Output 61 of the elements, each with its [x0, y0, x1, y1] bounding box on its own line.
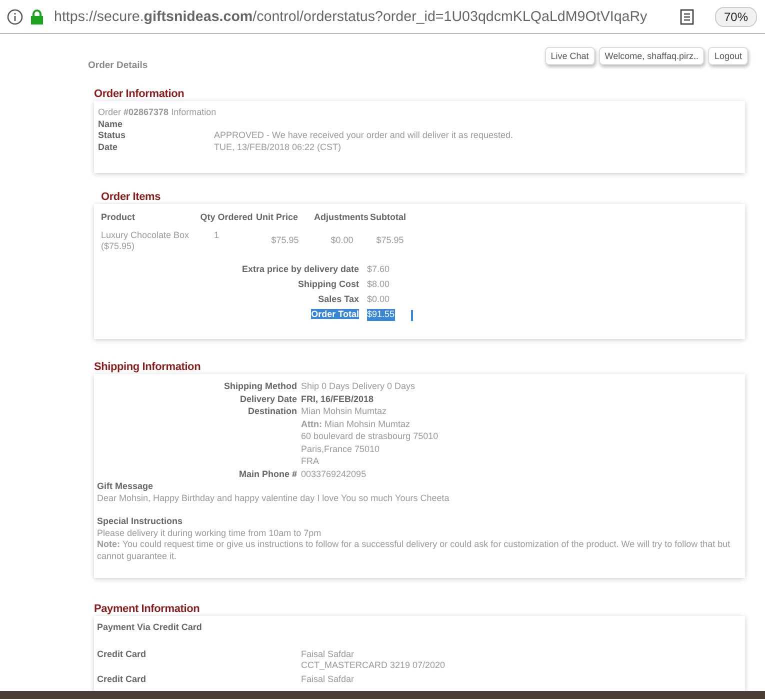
- column-header: Adjustments: [314, 212, 370, 224]
- field-value: TUE, 13/FEB/2018 06:22 (CST): [214, 142, 342, 153]
- table-cell-text: $75.95: [270, 234, 300, 246]
- field-value: APPROVED - We have received your order and will deliver it as requested.: [214, 130, 513, 142]
- table-cell-text: $0.00: [330, 234, 354, 246]
- gift-message-title: Gift Message: [97, 481, 154, 492]
- total-value: $7.60: [367, 264, 390, 276]
- total-value: $0.00: [367, 294, 390, 306]
- field-value: Ship 0 Days Delivery 0 Days: [301, 380, 416, 392]
- padlock-icon: [30, 8, 44, 24]
- field-value: Faisal Safdar: [301, 648, 356, 660]
- field-label: Main Phone #: [238, 468, 297, 480]
- field-label: Credit Card: [97, 648, 148, 660]
- text-cursor: [411, 310, 413, 320]
- table-cell-text: $75.95: [375, 234, 405, 246]
- field-value: FRI, 16/FEB/2018: [301, 392, 374, 405]
- column-header: Product: [101, 212, 136, 224]
- total-value: $8.00: [367, 279, 390, 291]
- order-number-line: Order #02867378 Information: [98, 107, 218, 118]
- field-value: Paris,France 75010: [301, 442, 381, 455]
- breadcrumb: Order Details: [88, 60, 148, 71]
- section-heading: Shipping Information: [94, 360, 202, 374]
- field-label: Name: [98, 118, 124, 130]
- column-header: Qty Ordered: [199, 212, 254, 224]
- header-button[interactable]: Logout: [708, 47, 748, 65]
- gift-message-text: Dear Mohsin, Happy Birthday and happy valentine day I love You so much Yours Cheeta: [97, 492, 450, 504]
- header-button[interactable]: Live Chat: [544, 47, 595, 65]
- table-cell-text: Luxury Chocolate Box ($75.95): [101, 230, 190, 252]
- zoom-level-button[interactable]: 70%: [714, 6, 757, 26]
- field-value: Faisal Safdar: [301, 674, 354, 685]
- reader-mode-icon[interactable]: [680, 8, 694, 24]
- special-instructions-text: Please delivery it during working time from 10am to 7pm: [97, 528, 322, 539]
- total-label: Shipping Cost: [298, 279, 359, 290]
- field-value: CCT_MASTERCARD 3219 07/2020: [301, 660, 446, 672]
- field-label: Credit Card: [97, 674, 148, 685]
- special-instructions-title: Special Instructions: [97, 516, 184, 528]
- field-label: Status: [98, 130, 127, 142]
- section-heading: Order Information: [94, 87, 186, 101]
- header-button[interactable]: Welcome, shaffaq.pirz..: [598, 47, 704, 65]
- column-header: Subtotal: [370, 212, 407, 224]
- info-icon[interactable]: [7, 8, 23, 24]
- url-text[interactable]: https://secure.giftsnideas.com/control/orderstatus?order_id=1U03qdcmKLQaLdM9OtVIqaRy: [54, 8, 648, 24]
- field-value: Attn: Mian Mohsin Mumtaz: [301, 418, 412, 430]
- column-header: Unit Price: [256, 212, 300, 224]
- total-label: Sales Tax: [318, 294, 359, 304]
- total-label: Extra price by delivery date: [242, 264, 359, 274]
- section-heading: Payment Information: [94, 602, 201, 616]
- field-value: 0033769242095: [301, 468, 366, 480]
- field-value: FRA: [301, 455, 320, 468]
- field-label: Shipping Method: [223, 380, 297, 392]
- section-heading: Order Items: [101, 190, 162, 204]
- total-label: Order Total: [311, 309, 359, 320]
- note-text: Note: You could request time or give us instructions to follow for a successful delivery or could ask for customization of the product. We will try to follow that but cannot guarantee it.: [97, 539, 732, 562]
- table-cell-text: 1: [212, 230, 220, 241]
- payment-method-title: Payment Via Credit Card: [97, 622, 203, 634]
- field-label: Delivery Date: [238, 392, 297, 405]
- total-value: $91.55: [367, 309, 395, 321]
- field-value: Mian Mohsin Mumtaz: [301, 405, 388, 418]
- field-label: Date: [98, 142, 119, 153]
- field-label: Destination: [246, 405, 297, 418]
- field-value: 60 boulevard de strasbourg 75010: [301, 430, 438, 442]
